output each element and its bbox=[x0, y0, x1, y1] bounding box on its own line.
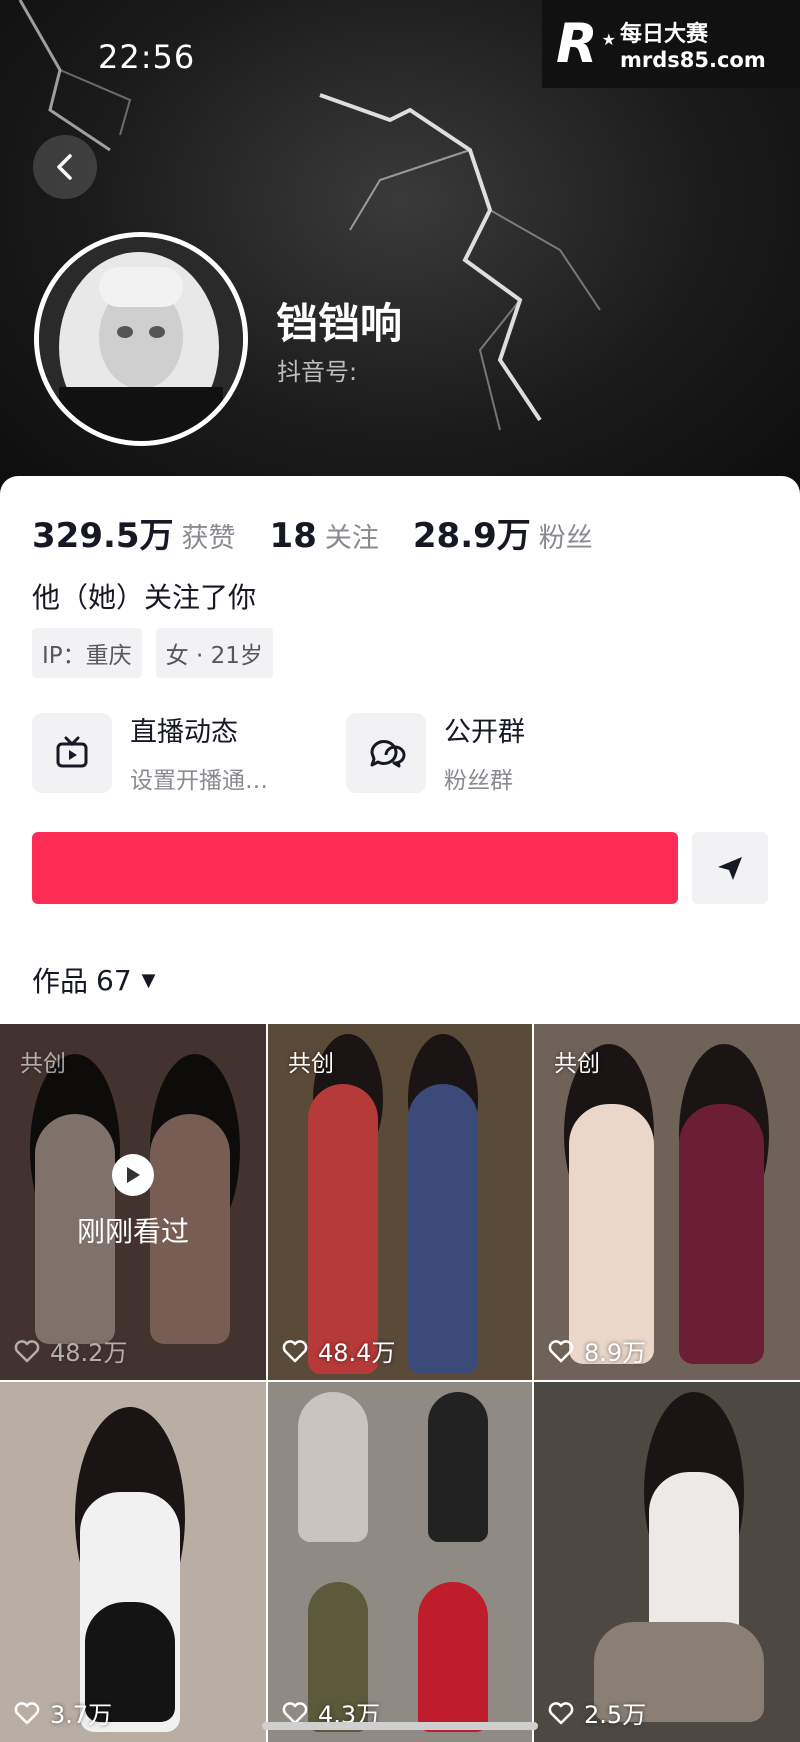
like-count: 8.9万 bbox=[548, 1333, 646, 1368]
caret-down-icon: ▼ bbox=[141, 969, 156, 991]
nickname: 铛铛响 bbox=[276, 299, 403, 348]
video-thumbnail[interactable]: 共创 8.9万 bbox=[534, 1024, 800, 1380]
like-count: 2.5万 bbox=[548, 1695, 646, 1730]
heart-icon bbox=[548, 1339, 574, 1362]
avatar[interactable] bbox=[34, 232, 248, 446]
send-icon bbox=[718, 857, 742, 880]
profile-stats: 329.5万 获赞 18 关注 28.9万 粉丝 bbox=[32, 508, 627, 557]
likes-count: 329.5万 bbox=[32, 516, 174, 556]
heart-icon bbox=[14, 1701, 40, 1724]
chat-bubbles-icon bbox=[346, 712, 426, 793]
video-thumbnail[interactable]: 2.5万 bbox=[534, 1382, 800, 1742]
recently-watched: 刚刚看过 bbox=[0, 1154, 266, 1250]
like-count: 3.7万 bbox=[14, 1695, 112, 1730]
video-thumbnail[interactable]: 共创 刚刚看过 48.2万 bbox=[0, 1024, 266, 1380]
likes-label: 获赞 bbox=[181, 523, 236, 554]
play-icon bbox=[112, 1154, 154, 1196]
public-group-subtitle: 粉丝群 bbox=[444, 768, 513, 794]
followers-count[interactable]: 28.9万 bbox=[413, 508, 531, 557]
send-message-button[interactable] bbox=[692, 832, 768, 904]
video-thumbnail[interactable]: 3.7万 bbox=[0, 1382, 266, 1742]
chevron-left-icon bbox=[57, 154, 72, 180]
heart-icon bbox=[282, 1339, 308, 1362]
profile-card: 329.5万 获赞 18 关注 28.9万 粉丝 他（她）关注了你 IP：重庆 … bbox=[0, 476, 800, 1742]
tv-icon bbox=[32, 712, 112, 793]
status-time: 22:56 bbox=[98, 38, 196, 76]
heart-icon bbox=[14, 1339, 40, 1362]
douyin-id-label: 抖音号: bbox=[277, 358, 358, 386]
avatar-image bbox=[39, 237, 243, 441]
public-group-entry[interactable]: 公开群 粉丝群 bbox=[346, 710, 525, 795]
cocreate-badge: 共创 bbox=[20, 1051, 66, 1077]
live-feed-subtitle: 设置开播通… bbox=[130, 768, 268, 794]
back-button[interactable] bbox=[33, 135, 97, 199]
profile-header: 22:56 R ★ 每日大赛 mrds85.com 铛铛响 抖音号: bbox=[0, 0, 800, 500]
live-feed-entry[interactable]: 直播动态 设置开播通… bbox=[32, 710, 268, 795]
follow-relation: 他（她）关注了你 bbox=[32, 581, 257, 614]
heart-icon bbox=[548, 1701, 574, 1724]
cocreate-badge: 共创 bbox=[288, 1051, 334, 1077]
works-label: 作品 bbox=[32, 965, 89, 998]
watermark-name: 每日大赛 bbox=[620, 22, 709, 47]
follow-button[interactable] bbox=[32, 832, 678, 904]
like-count: 48.4万 bbox=[282, 1333, 395, 1368]
video-thumbnail[interactable]: 共创 48.4万 bbox=[268, 1024, 532, 1380]
video-thumbnail[interactable]: 4.3万 bbox=[268, 1382, 532, 1742]
works-tab[interactable]: 作品 67 ▼ bbox=[32, 960, 156, 1000]
home-indicator[interactable] bbox=[262, 1722, 538, 1730]
works-count: 67 bbox=[96, 963, 132, 997]
profile-tags: IP：重庆 女 · 21岁 bbox=[32, 628, 273, 678]
following-label[interactable]: 关注 bbox=[325, 516, 379, 555]
like-count: 48.2万 bbox=[14, 1333, 127, 1368]
cocreate-badge: 共创 bbox=[554, 1051, 600, 1077]
live-feed-title: 直播动态 bbox=[130, 717, 238, 748]
followers-label[interactable]: 粉丝 bbox=[539, 516, 593, 555]
watermark: R ★ 每日大赛 mrds85.com bbox=[542, 0, 800, 88]
heart-icon bbox=[282, 1701, 308, 1724]
ip-tag: IP：重庆 bbox=[32, 628, 142, 678]
public-group-title: 公开群 bbox=[444, 717, 525, 748]
watermark-url: mrds85.com bbox=[620, 48, 766, 72]
following-count[interactable]: 18 bbox=[270, 516, 317, 556]
watermark-logo: R ★ bbox=[556, 12, 616, 75]
gender-age-tag: 女 · 21岁 bbox=[155, 628, 273, 678]
